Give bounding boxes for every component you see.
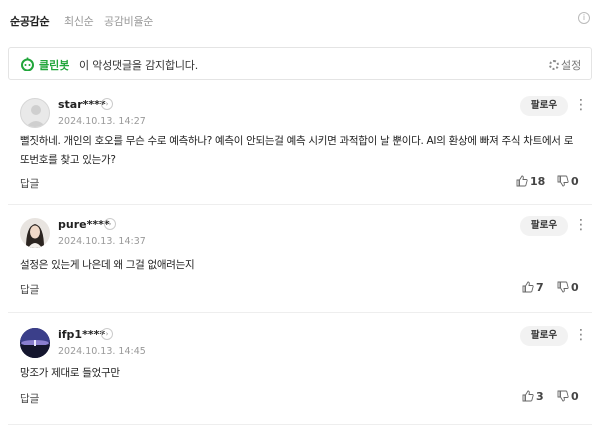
thumbs-up-icon (522, 390, 534, 402)
dislike-button[interactable]: 0 (557, 281, 579, 294)
comment-nickname[interactable]: ifp1**** (58, 328, 105, 341)
chevron-right-icon[interactable]: › (101, 98, 113, 110)
like-button[interactable]: 7 (522, 281, 544, 294)
thumbs-up-icon (516, 175, 528, 187)
comment-nickname[interactable]: star**** (58, 98, 106, 111)
follow-button[interactable]: 팔로우 (520, 216, 568, 236)
comment-date: 2024.10.13. 14:27 (58, 116, 146, 127)
sort-bar: 순공감순 최신순 공감비율순 i (0, 0, 600, 40)
info-icon[interactable]: i (578, 12, 590, 24)
more-options-icon[interactable]: ⋮ (574, 96, 588, 116)
chevron-right-icon[interactable]: › (104, 218, 116, 230)
follow-button[interactable]: 팔로우 (520, 96, 568, 116)
comment-date: 2024.10.13. 14:37 (58, 236, 146, 247)
thumbs-down-icon (557, 175, 569, 187)
like-button[interactable]: 3 (522, 390, 544, 403)
cleanbot-name[interactable]: 클린봇 (39, 57, 69, 73)
photo-avatar[interactable] (20, 328, 50, 358)
follow-button[interactable]: 팔로우 (520, 326, 568, 346)
default-avatar[interactable] (20, 98, 50, 128)
like-count: 3 (536, 390, 544, 403)
like-button[interactable]: 18 (516, 175, 545, 188)
like-count: 18 (530, 175, 546, 188)
gear-icon (549, 60, 559, 70)
comment-body: 뻘짓하네. 개인의 호오를 무슨 수로 예측하나? 예측이 안되는걸 예측 시키… (20, 135, 574, 166)
sort-tab-sympathy[interactable]: 순공감순 (10, 13, 50, 29)
comment-item: ifp1**** › 2024.10.13. 14:45 팔로우 ⋮ 망조가 제… (8, 322, 592, 418)
thumbs-down-icon (557, 281, 569, 293)
comment-divider (8, 312, 592, 313)
comment-body: 설정은 있는게 나은데 왜 그걸 없애려는지 (20, 259, 195, 271)
cleanbot-settings-button[interactable]: 설정 (549, 57, 581, 73)
thumbs-down-icon (557, 390, 569, 402)
cleanbot-settings-label: 설정 (561, 59, 582, 72)
comment-divider (8, 424, 592, 425)
cleanbot-text: 이 악성댓글을 감지합니다. (79, 59, 199, 72)
comment-nickname[interactable]: pure**** (58, 218, 110, 231)
like-count: 7 (536, 281, 544, 294)
sort-tab-latest[interactable]: 최신순 (64, 13, 94, 29)
more-options-icon[interactable]: ⋮ (574, 326, 588, 346)
more-options-icon[interactable]: ⋮ (574, 216, 588, 236)
comment-date: 2024.10.13. 14:45 (58, 346, 146, 357)
dislike-count: 0 (571, 390, 579, 403)
dislike-button[interactable]: 0 (557, 175, 579, 188)
user-silhouette-icon (26, 105, 46, 127)
reply-button[interactable]: 답글 (20, 176, 39, 191)
cleanbot-icon (21, 57, 34, 71)
photo-avatar[interactable] (20, 218, 50, 248)
reply-button[interactable]: 답글 (20, 391, 39, 406)
sort-tab-ratio[interactable]: 공감비율순 (104, 13, 153, 29)
profile-photo-icon (20, 218, 50, 248)
thumbs-up-icon (522, 281, 534, 293)
cleanbot-banner: 클린봇 이 악성댓글을 감지합니다. 설정 (8, 47, 592, 80)
dislike-count: 0 (571, 281, 579, 294)
comment-divider (8, 204, 592, 205)
dislike-button[interactable]: 0 (557, 390, 579, 403)
chevron-right-icon[interactable]: › (101, 328, 113, 340)
comment-item: star**** › 2024.10.13. 14:27 팔로우 ⋮ 뻘짓하네.… (8, 92, 592, 200)
dislike-count: 0 (571, 175, 579, 188)
comment-item: pure**** › 2024.10.13. 14:37 팔로우 ⋮ 설정은 있… (8, 212, 592, 308)
profile-photo-icon (20, 328, 50, 358)
comment-body: 망조가 제대로 들었구만 (20, 367, 120, 379)
reply-button[interactable]: 답글 (20, 282, 39, 297)
